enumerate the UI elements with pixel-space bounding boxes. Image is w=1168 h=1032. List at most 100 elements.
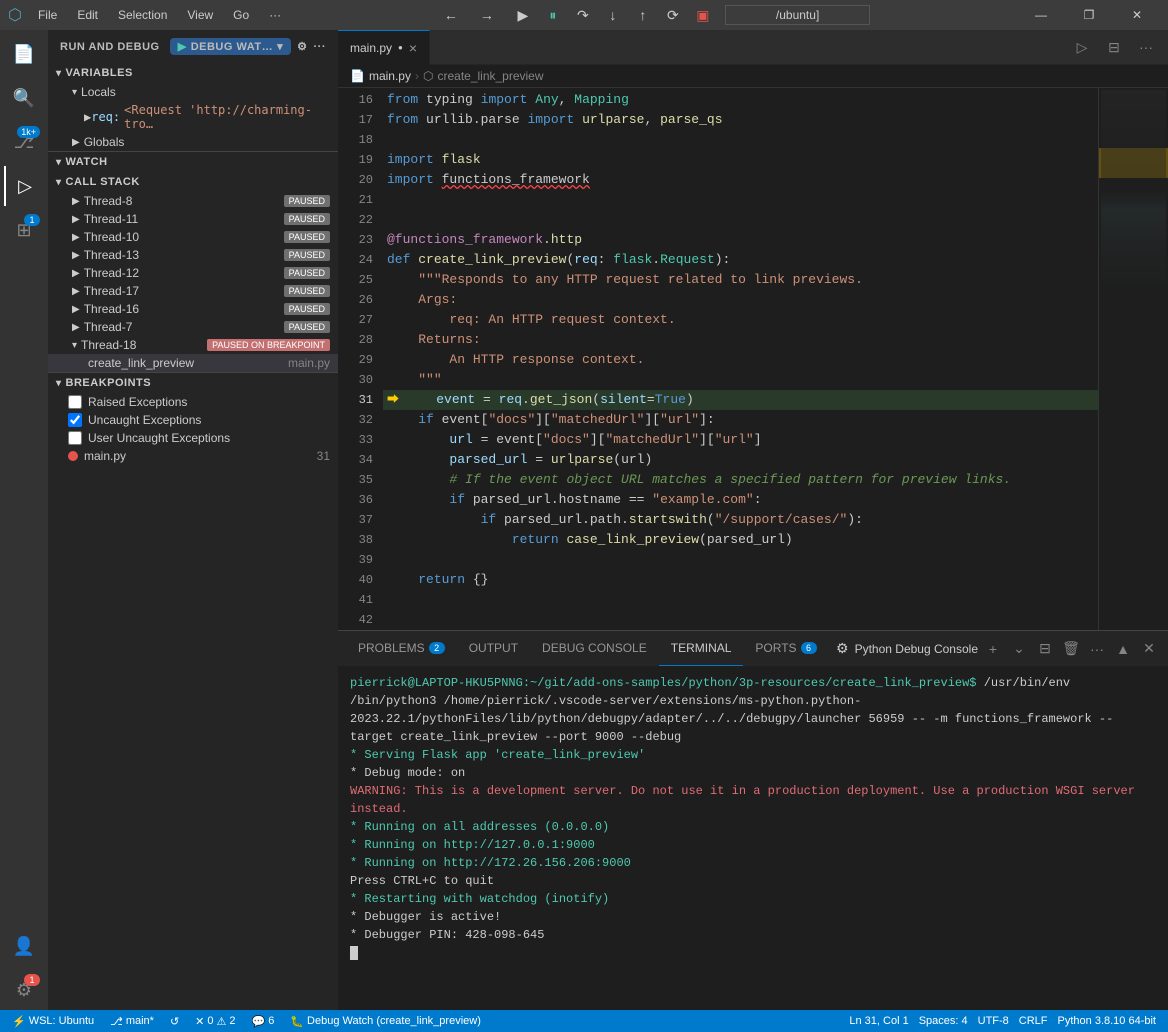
more-actions-icon[interactable]: ··· <box>314 41 327 53</box>
activity-search[interactable]: 🔍 <box>4 78 44 118</box>
menu-selection[interactable]: Selection <box>110 6 175 24</box>
debug-stepover-button[interactable]: ↷ <box>569 4 597 26</box>
thread-16-item[interactable]: ▶ Thread-16 PAUSED <box>48 300 338 318</box>
activity-settings[interactable]: ⚙ 1 <box>4 970 44 1010</box>
close-button[interactable]: ✕ <box>1114 0 1160 30</box>
debug-pause-button[interactable]: ⏸ <box>539 4 567 26</box>
menu-more[interactable]: ··· <box>261 6 289 24</box>
menu-go[interactable]: Go <box>225 6 257 24</box>
debug-stepinto-button[interactable]: ↓ <box>599 4 627 26</box>
maximize-panel-button[interactable]: ▲ <box>1112 638 1134 660</box>
code-line-28: Returns: <box>383 330 1098 350</box>
thread-13-item[interactable]: ▶ Thread-13 PAUSED <box>48 246 338 264</box>
var-req[interactable]: ▶ req: <Request 'http://charming-tro… <box>48 101 338 133</box>
minimize-button[interactable]: — <box>1018 0 1064 30</box>
python-console-label-text: Python Debug Console <box>855 642 978 656</box>
variables-section-header[interactable]: ▾ VARIABLES <box>48 63 338 83</box>
thread-12-item[interactable]: ▶ Thread-12 PAUSED <box>48 264 338 282</box>
status-cursor-pos[interactable]: Ln 31, Col 1 <box>845 1015 912 1027</box>
activity-account[interactable]: 👤 <box>4 926 44 966</box>
user-uncaught-exceptions-checkbox[interactable] <box>68 431 82 445</box>
code-line-40: return {} <box>383 570 1098 590</box>
call-stack-header[interactable]: ▾ CALL STACK <box>48 172 338 192</box>
activity-extensions[interactable]: ⊞ 1 <box>4 210 44 250</box>
run-debug-icon: ▷ <box>18 176 32 197</box>
extensions-badge: 1 <box>24 214 40 226</box>
breakpoints-section-header[interactable]: ▾ BREAKPOINTS <box>48 373 338 393</box>
branch-label: main* <box>126 1015 154 1027</box>
settings-gear-icon[interactable]: ⚙ <box>297 40 307 53</box>
menu-file[interactable]: File <box>30 6 65 24</box>
thread-10-item[interactable]: ▶ Thread-10 PAUSED <box>48 228 338 246</box>
tab-mainpy[interactable]: main.py ● × <box>338 30 430 65</box>
kill-terminal-button[interactable]: 🗑 <box>1060 638 1082 660</box>
thread-7-item[interactable]: ▶ Thread-7 PAUSED <box>48 318 338 336</box>
split-tab-button[interactable]: ⊟ <box>1100 36 1128 58</box>
status-branch[interactable]: ⎇ main* <box>106 1015 158 1028</box>
watch-section-header[interactable]: ▾ WATCH <box>48 152 338 172</box>
req-expand-icon: ▶ <box>84 110 91 124</box>
status-debug-session[interactable]: 🐛 Debug Watch (create_link_preview) <box>286 1015 485 1028</box>
explorer-icon: 📄 <box>13 44 35 65</box>
status-spaces[interactable]: Spaces: 4 <box>915 1015 972 1027</box>
breakpoint-linenum: 31 <box>317 449 330 463</box>
status-encoding[interactable]: UTF-8 <box>974 1015 1013 1027</box>
more-tab-button[interactable]: ··· <box>1132 36 1160 58</box>
status-sync[interactable]: ↺ <box>166 1015 183 1028</box>
status-messages[interactable]: 💬 6 <box>248 1015 279 1028</box>
terminal-cursor <box>350 946 358 960</box>
close-panel-button[interactable]: ✕ <box>1138 638 1160 660</box>
tab-terminal[interactable]: TERMINAL <box>659 631 744 666</box>
line-num-29: 29 <box>338 350 373 370</box>
run-tab-button[interactable]: ▷ <box>1068 36 1096 58</box>
thread-8-item[interactable]: ▶ Thread-8 PAUSED <box>48 192 338 210</box>
restore-button[interactable]: ❐ <box>1066 0 1112 30</box>
tab-debug-console[interactable]: DEBUG CONSOLE <box>530 631 659 666</box>
breadcrumb-file[interactable]: main.py <box>369 69 411 83</box>
breadcrumb-function[interactable]: create_link_preview <box>437 69 543 83</box>
line-num-20: 20 <box>338 170 373 190</box>
thread-11-item[interactable]: ▶ Thread-11 PAUSED <box>48 210 338 228</box>
thread-18-item[interactable]: ▾ Thread-18 PAUSED ON BREAKPOINT <box>48 336 338 354</box>
active-frame-item[interactable]: create_link_preview main.py <box>48 354 338 372</box>
active-frame-function: create_link_preview <box>88 356 194 370</box>
tab-output[interactable]: OUTPUT <box>457 631 530 666</box>
editor-tabs: main.py ● × ▷ ⊟ ··· <box>338 30 1168 65</box>
status-errors[interactable]: ✕ 0 ⚠ 2 <box>191 1015 239 1028</box>
breakpoint-mainpy-item[interactable]: main.py 31 <box>48 447 338 465</box>
uncaught-exceptions-checkbox[interactable] <box>68 413 82 427</box>
tab-close-icon[interactable]: × <box>409 41 417 55</box>
split-terminal-button[interactable]: ⊟ <box>1034 638 1056 660</box>
debug-stop-button[interactable]: ▣ <box>689 4 717 26</box>
locals-item[interactable]: ▾ Locals <box>48 83 338 101</box>
wsl-label: WSL: Ubuntu <box>29 1015 94 1027</box>
activity-source-control[interactable]: ⎇ 1k+ <box>4 122 44 162</box>
debug-config-selector[interactable]: ▶ Debug Wat… ▾ <box>170 38 291 55</box>
thread-17-item[interactable]: ▶ Thread-17 PAUSED <box>48 282 338 300</box>
thread-10-label: Thread-10 <box>84 230 284 244</box>
tab-ports[interactable]: PORTS 6 <box>743 631 828 666</box>
nav-forward-button[interactable]: → <box>473 4 501 26</box>
globals-item[interactable]: ▶ Globals <box>48 133 338 151</box>
terminal-more-button[interactable]: ⌄ <box>1008 638 1030 660</box>
req-value: <Request 'http://charming-tro… <box>124 103 330 131</box>
menu-view[interactable]: View <box>179 6 221 24</box>
raised-exceptions-checkbox[interactable] <box>68 395 82 409</box>
status-python[interactable]: Python 3.8.10 64-bit <box>1054 1015 1160 1027</box>
terminal-options-button[interactable]: ··· <box>1086 638 1108 660</box>
menu-edit[interactable]: Edit <box>69 6 106 24</box>
code-editor: 16 17 18 19 20 21 22 23 24 25 26 27 28 2… <box>338 88 1168 630</box>
status-eol[interactable]: CRLF <box>1015 1015 1052 1027</box>
debug-continue-button[interactable]: ▶ <box>509 4 537 26</box>
add-terminal-button[interactable]: + <box>982 638 1004 660</box>
debug-stepout-button[interactable]: ↑ <box>629 4 657 26</box>
thread-16-badge: PAUSED <box>284 303 330 315</box>
status-wsl[interactable]: ⚡ WSL: Ubuntu <box>8 1015 98 1028</box>
activity-run-debug[interactable]: ▷ <box>4 166 44 206</box>
line-num-42: 42 <box>338 610 373 630</box>
nav-back-button[interactable]: ← <box>437 4 465 26</box>
activity-explorer[interactable]: 📄 <box>4 34 44 74</box>
tab-problems[interactable]: PROBLEMS 2 <box>346 631 457 666</box>
debug-restart-button[interactable]: ⟳ <box>659 4 687 26</box>
breakpoints-chevron: ▾ <box>56 378 62 389</box>
